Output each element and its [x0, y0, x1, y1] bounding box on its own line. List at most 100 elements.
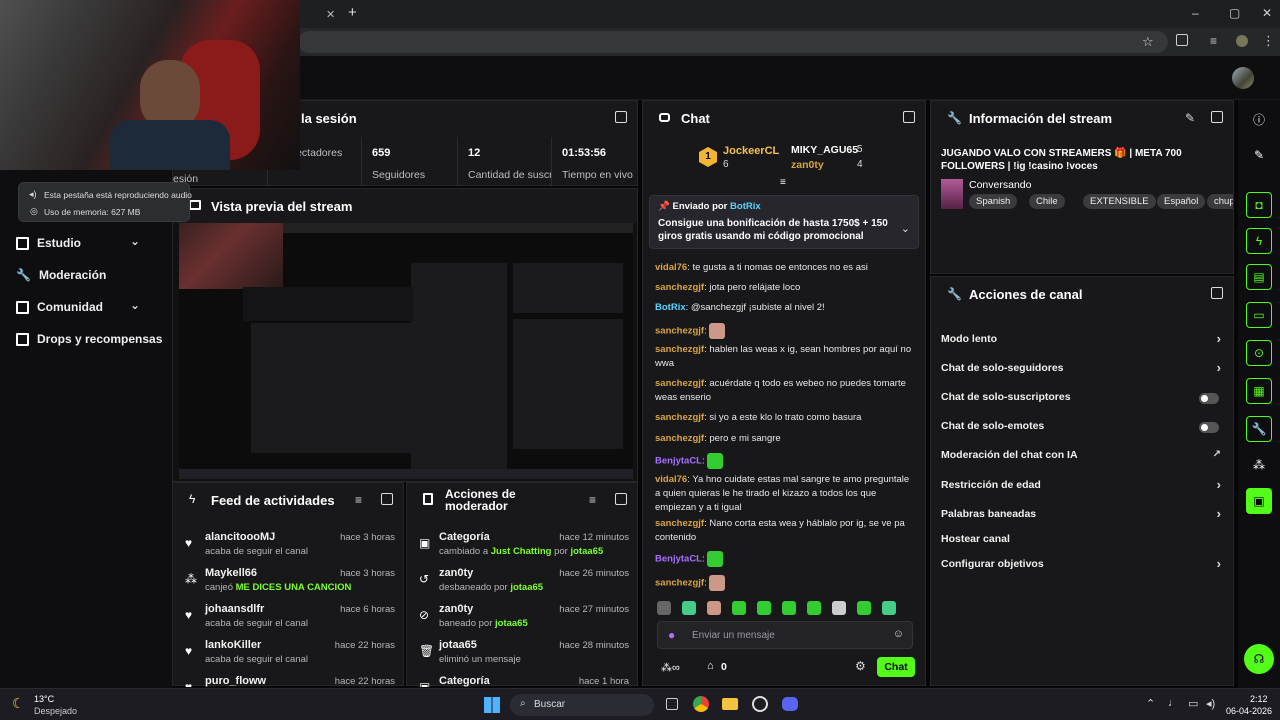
emote-icon[interactable] — [857, 601, 871, 615]
extensions-icon[interactable] — [1176, 34, 1188, 46]
chat-username[interactable]: vidal76 — [655, 474, 687, 485]
chat-send-button[interactable]: Chat — [877, 657, 915, 677]
emote-icon[interactable] — [657, 601, 671, 615]
profile-icon[interactable] — [1236, 35, 1248, 47]
popout-icon[interactable] — [381, 493, 393, 505]
mic-icon[interactable]: ● — [668, 628, 675, 642]
app-icon[interactable] — [752, 696, 768, 712]
chat-username[interactable]: sanchezgjf — [655, 518, 704, 529]
emote-icon[interactable] — [732, 601, 746, 615]
sidebar-item-comunidad[interactable]: Comunidad ⌄ — [16, 298, 156, 314]
chat-message: sanchezgjf: pero e mi sangre — [655, 433, 781, 444]
sidebar-item-moderacion[interactable]: 🔧 Moderación — [16, 268, 156, 282]
clock-time[interactable]: 2:12 — [1250, 694, 1268, 704]
setting-ai-moderation[interactable]: Moderación del chat con IA ↗ — [941, 449, 1221, 465]
edit-pencil-icon[interactable]: ✎ — [1185, 111, 1195, 125]
leader-name[interactable]: zan0ty — [791, 159, 824, 171]
store-icon[interactable]: ⌂ — [707, 660, 714, 672]
emote-icon[interactable] — [707, 601, 721, 615]
new-tab-button[interactable]: + — [348, 4, 357, 21]
taskbar-search[interactable]: ⌕ Buscar — [510, 694, 654, 716]
pinned-message[interactable]: 📌 Enviado por BotRix Consigue una bonifi… — [649, 195, 919, 249]
minimize-button[interactable]: – — [1192, 6, 1199, 20]
wrench-icon[interactable]: 🔧 — [1246, 416, 1272, 442]
emote-icon[interactable] — [882, 601, 896, 615]
close-tab-icon[interactable]: ✕ — [326, 8, 335, 21]
chat-username[interactable]: sanchezgjf — [655, 433, 704, 444]
chat-username[interactable]: BenjytaCL — [655, 456, 702, 467]
chat-username[interactable]: sanchezgjf — [655, 578, 704, 589]
camera-icon[interactable]: ◘ — [1246, 192, 1272, 218]
extension-app-icon[interactable]: ▣ — [1246, 488, 1272, 514]
setting-followers-only[interactable]: Chat de solo-seguidores › — [941, 360, 1221, 378]
setting-slow-mode[interactable]: Modo lento › — [941, 331, 1221, 349]
emote-icon[interactable] — [757, 601, 771, 615]
popout-icon[interactable] — [615, 493, 627, 505]
popout-icon[interactable] — [903, 111, 915, 123]
bookmark-star-icon[interactable]: ☆ — [1142, 34, 1154, 50]
sidebar-item-drops[interactable]: Drops y recompensas — [16, 332, 166, 346]
sidebar-item-estudio[interactable]: Estudio ⌄ — [16, 234, 156, 250]
edit-pencil-icon[interactable]: ✎ — [1246, 142, 1272, 168]
chat-username[interactable]: sanchezgjf — [655, 282, 704, 293]
chat-bubble-icon[interactable]: ▭ — [1246, 302, 1272, 328]
user-avatar[interactable] — [1232, 67, 1254, 89]
chevron-up-icon[interactable]: ⌃ — [1146, 697, 1155, 710]
filter-icon[interactable]: ≡ — [589, 493, 596, 507]
file-explorer-icon[interactable] — [722, 698, 738, 710]
windows-start-icon[interactable] — [484, 697, 500, 713]
actions-title: Acciones de canal — [969, 286, 1083, 302]
category-name[interactable]: Conversando — [969, 179, 1031, 191]
clock-date[interactable]: 06-04-2026 — [1226, 706, 1272, 716]
discord-icon[interactable] — [782, 697, 798, 711]
chrome-icon[interactable] — [693, 696, 709, 712]
network-icon[interactable]: ▭ — [1188, 697, 1198, 710]
stream-preview-video[interactable] — [179, 223, 633, 479]
emote-icon[interactable] — [782, 601, 796, 615]
setting-age-restriction[interactable]: Restricción de edad › — [941, 477, 1221, 495]
emoji-icon[interactable]: ☺ — [893, 628, 904, 640]
layout-icon[interactable]: ▦ — [1246, 378, 1272, 404]
chat-username[interactable]: sanchezgjf — [655, 326, 704, 337]
address-bar[interactable] — [298, 31, 1168, 53]
broadcast-icon[interactable]: ⊙ — [1246, 340, 1272, 366]
settings-gear-icon[interactable]: ⚙ — [855, 659, 866, 673]
task-view-icon[interactable] — [666, 698, 678, 710]
emote-icon[interactable] — [832, 601, 846, 615]
help-headset-icon[interactable]: ☊ — [1244, 644, 1274, 674]
setting-goals[interactable]: Configurar objetivos › — [941, 556, 1221, 574]
emote-icon[interactable] — [682, 601, 696, 615]
leader-name[interactable]: MIKY_AGU65 — [791, 144, 858, 156]
setting-emotes-only[interactable]: Chat de solo-emotes — [941, 420, 1221, 436]
chat-username[interactable]: sanchezgjf — [655, 344, 704, 355]
close-window-button[interactable]: ✕ — [1262, 6, 1272, 20]
info-icon[interactable]: ⓘ — [1246, 106, 1272, 132]
playlist-icon[interactable]: ≡ — [1210, 34, 1217, 48]
chat-username[interactable]: sanchezgjf — [655, 378, 704, 389]
popout-icon[interactable] — [1211, 111, 1223, 123]
setting-banned-words[interactable]: Palabras baneadas › — [941, 506, 1221, 524]
popout-icon[interactable] — [615, 111, 627, 123]
leader-name[interactable]: JockeerCL — [723, 145, 779, 157]
menu-icon[interactable]: ⋮ — [1262, 33, 1275, 49]
points-icon[interactable]: ⁂ — [1246, 452, 1272, 478]
maximize-button[interactable]: ▢ — [1229, 6, 1240, 20]
chevron-down-icon[interactable]: ⌄ — [901, 222, 910, 235]
chat-username[interactable]: BenjytaCL — [655, 554, 702, 565]
chat-username[interactable]: vidal76 — [655, 262, 687, 273]
popout-icon[interactable] — [1211, 287, 1223, 299]
toggle-switch[interactable] — [1199, 422, 1219, 433]
document-icon[interactable]: ▤ — [1246, 264, 1272, 290]
expand-icon[interactable]: ≡ — [780, 177, 786, 188]
chat-username[interactable]: BotRix — [655, 302, 686, 313]
chat-username[interactable]: sanchezgjf — [655, 412, 704, 423]
toggle-switch[interactable] — [1199, 393, 1219, 404]
chat-input[interactable]: ● Enviar un mensaje ☺ — [657, 621, 913, 649]
setting-host-channel[interactable]: Hostear canal — [941, 533, 1221, 549]
volume-icon[interactable]: ◂) — [1206, 697, 1215, 710]
emote-icon[interactable] — [807, 601, 821, 615]
mic-icon[interactable]: ♩ — [1168, 697, 1179, 709]
bolt-icon[interactable]: ϟ — [1246, 228, 1272, 254]
filter-icon[interactable]: ≡ — [355, 493, 362, 507]
setting-subs-only[interactable]: Chat de solo-suscriptores — [941, 391, 1221, 407]
